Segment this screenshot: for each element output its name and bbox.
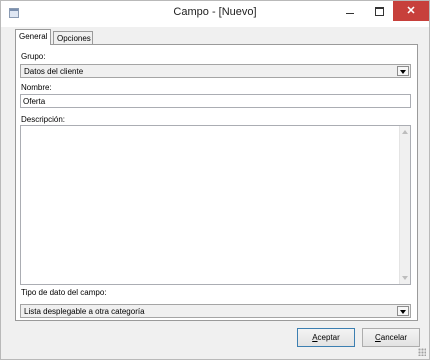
chevron-down-icon[interactable]	[397, 306, 409, 316]
close-button[interactable]: ✕	[393, 1, 429, 21]
aceptar-button[interactable]: Aceptar	[297, 328, 355, 347]
general-tab-panel: Grupo: Datos del cliente Nombre: Oferta …	[15, 44, 418, 321]
cancelar-label: ancelar	[380, 333, 408, 342]
maximize-icon	[374, 6, 384, 16]
nombre-input-value: Oferta	[23, 97, 46, 106]
maximize-button[interactable]	[365, 1, 393, 21]
tipo-dato-select-value: Lista desplegable a otra categoría	[24, 307, 145, 316]
tab-opciones[interactable]: Opciones	[53, 31, 93, 45]
cancelar-button[interactable]: Cancelar	[362, 328, 420, 347]
resize-grip-icon[interactable]	[418, 348, 426, 356]
tipo-dato-select[interactable]: Lista desplegable a otra categoría	[20, 304, 411, 318]
nombre-input[interactable]: Oferta	[20, 94, 411, 108]
tipo-dato-label: Tipo de dato del campo:	[21, 288, 107, 297]
nombre-label: Nombre:	[21, 83, 52, 92]
chevron-down-icon[interactable]	[397, 66, 409, 76]
scroll-down-icon[interactable]	[402, 276, 408, 280]
tab-general[interactable]: General	[15, 29, 51, 45]
grupo-label: Grupo:	[21, 52, 46, 61]
grupo-select-value: Datos del cliente	[24, 67, 84, 76]
title-bar: Campo - [Nuevo] ✕	[1, 1, 429, 27]
scroll-up-icon[interactable]	[402, 130, 408, 134]
grupo-select[interactable]: Datos del cliente	[20, 64, 411, 78]
descripcion-label: Descripción:	[21, 115, 66, 124]
minimize-button[interactable]	[336, 1, 364, 21]
minimize-icon	[346, 12, 354, 14]
descripcion-scrollbar[interactable]	[399, 126, 410, 284]
dialog-window: Campo - [Nuevo] ✕ General Opciones Grupo…	[0, 0, 430, 360]
aceptar-label: ceptar	[317, 333, 340, 342]
close-icon: ✕	[406, 5, 416, 17]
descripcion-textarea[interactable]	[20, 125, 411, 285]
